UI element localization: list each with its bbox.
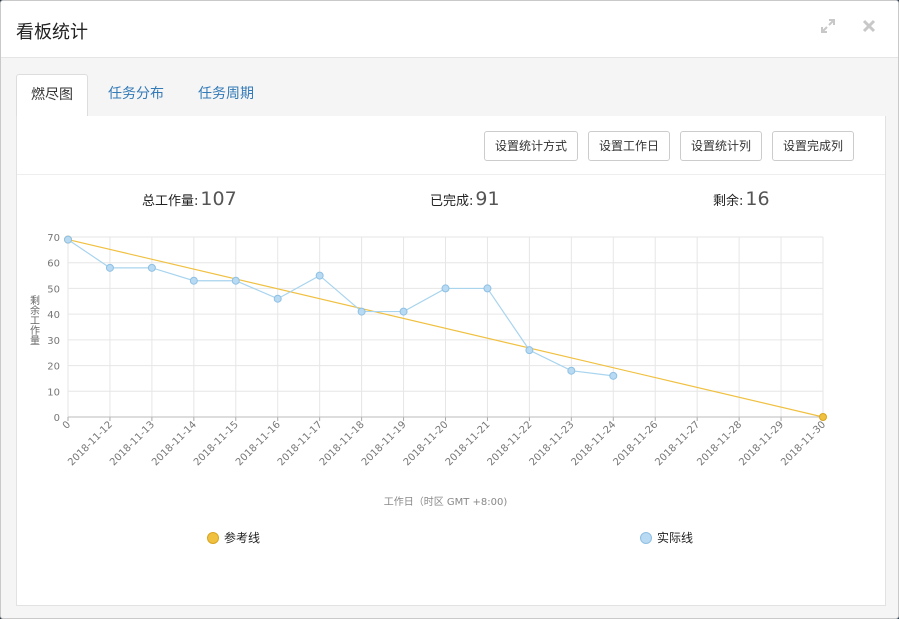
expand-icon[interactable]	[819, 17, 837, 35]
data-point-actual[interactable]	[231, 276, 240, 285]
x-tick-label: 2018-11-30	[779, 419, 828, 468]
y-tick-label: 40	[47, 310, 60, 321]
burndown-chart: 0 10 20 30 40 50 60 70 02018-11-122018-11-13201…	[30, 233, 828, 508]
data-point-reference[interactable]	[819, 413, 827, 421]
set-stat-column-button[interactable]: 设置统计列	[680, 131, 763, 161]
set-workday-button[interactable]: 设置工作日	[588, 131, 671, 161]
total-workload: 总工作量: 107	[142, 188, 237, 210]
legend-actual-swatch	[640, 531, 652, 544]
data-point-actual[interactable]	[399, 307, 408, 316]
set-stat-method-button[interactable]: 设置统计方式	[484, 131, 579, 161]
data-point-actual[interactable]	[315, 271, 324, 280]
toolbar: 设置统计方式 设置工作日 设置统计列 设置完成列	[17, 116, 885, 175]
burndown-panel: 设置统计方式 设置工作日 设置统计列 设置完成列 总工作量: 107 已完成: …	[16, 116, 886, 606]
y-tick-label: 70	[47, 233, 60, 244]
data-point-actual[interactable]	[567, 366, 576, 375]
total-workload-label: 总工作量:	[142, 194, 199, 209]
y-tick-label: 50	[47, 284, 60, 295]
x-axis-label: 工作日（时区 GMT +8:00)	[384, 496, 508, 508]
data-point-actual[interactable]	[105, 263, 114, 272]
legend-actual-label: 实际线	[657, 531, 694, 545]
legend-reference-swatch	[207, 531, 219, 544]
legend-actual[interactable]: 实际线	[640, 529, 693, 546]
y-axis: 0 10 20 30 40 50 60 70	[47, 233, 60, 424]
tab-bar: 燃尽图 任务分布 任务周期	[16, 74, 884, 117]
completed-workload: 已完成: 91	[430, 188, 500, 210]
remaining-workload: 剩余: 16	[713, 188, 770, 210]
y-tick-label: 30	[47, 336, 60, 347]
y-axis-label: 剩余工作量	[30, 294, 40, 347]
dialog-title: 看板统计	[16, 22, 88, 43]
x-axis: 02018-11-122018-11-132018-11-142018-11-1…	[61, 416, 828, 468]
x-tick-label: 0	[61, 419, 73, 431]
total-workload-value: 107	[200, 188, 237, 210]
y-tick-label: 10	[47, 387, 60, 398]
data-point-actual[interactable]	[483, 284, 492, 293]
data-point-actual[interactable]	[189, 276, 198, 285]
y-tick-label: 0	[54, 413, 60, 424]
y-tick-label: 60	[47, 259, 60, 270]
series-line-actual	[67, 239, 614, 377]
tab-burndown[interactable]: 燃尽图	[16, 74, 88, 117]
tab-task-cycle[interactable]: 任务周期	[184, 74, 268, 115]
close-icon[interactable]	[860, 17, 878, 35]
dialog-header: 看板统计	[1, 1, 898, 58]
kanban-stats-dialog: 看板统计 燃尽图 任务分布 任务周期 设置统计方式 设置工作日 设置统计列 设置…	[0, 0, 899, 619]
data-point-actual[interactable]	[64, 235, 72, 244]
completed-label: 已完成:	[430, 194, 474, 209]
data-point-actual[interactable]	[525, 346, 534, 355]
remaining-label: 剩余:	[713, 194, 744, 209]
data-point-actual[interactable]	[147, 263, 156, 272]
completed-value: 91	[475, 188, 500, 210]
remaining-value: 16	[745, 188, 770, 210]
legend-reference-label: 参考线	[224, 531, 261, 545]
tab-task-distribution[interactable]: 任务分布	[94, 74, 178, 115]
data-point-actual[interactable]	[273, 294, 282, 303]
y-tick-label: 20	[47, 362, 60, 373]
data-point-actual[interactable]	[441, 284, 450, 293]
data-point-actual[interactable]	[357, 307, 366, 316]
data-point-actual[interactable]	[609, 371, 618, 380]
set-done-column-button[interactable]: 设置完成列	[772, 131, 855, 161]
legend-reference[interactable]: 参考线	[207, 529, 260, 546]
